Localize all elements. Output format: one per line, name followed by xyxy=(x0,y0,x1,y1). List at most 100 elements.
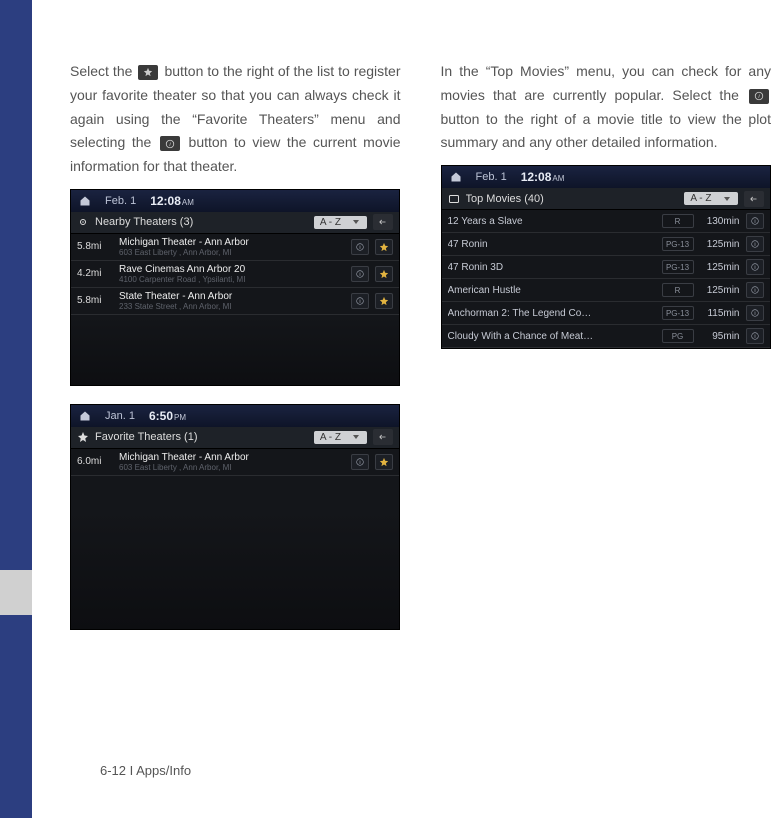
left-column: Select the button to the right of the li… xyxy=(70,60,401,630)
favorite-button[interactable] xyxy=(375,293,393,309)
movie-row[interactable]: 12 Years a Slave R 130min xyxy=(442,210,770,233)
info-icon: i xyxy=(749,89,769,104)
star-icon xyxy=(77,431,89,443)
movie-rating: R xyxy=(662,214,694,228)
theater-address: 603 East Liberty , Ann Arbor, MI xyxy=(119,248,345,257)
home-icon xyxy=(79,410,91,422)
sort-dropdown[interactable]: A - Z xyxy=(684,192,737,205)
movie-title: American Hustle xyxy=(448,285,656,296)
theater-row[interactable]: 6.0mi Michigan Theater - Ann Arbor603 Eas… xyxy=(71,449,399,476)
sort-dropdown[interactable]: A - Z xyxy=(314,431,367,444)
movie-row[interactable]: Cloudy With a Chance of Meat…PG95min xyxy=(442,325,770,348)
status-date: Feb. 1 xyxy=(476,171,507,183)
theater-info: State Theater - Ann Arbor233 State Stree… xyxy=(119,291,345,311)
info-button[interactable] xyxy=(746,328,764,344)
status-bar: Jan. 1 6:50PM xyxy=(71,405,399,427)
movie-rating: PG xyxy=(662,329,694,343)
movie-title: 47 Ronin xyxy=(448,239,656,250)
theater-info: Rave Cinemas Ann Arbor 204100 Carpenter … xyxy=(119,264,345,284)
movie-duration: 115min xyxy=(700,308,740,319)
info-button[interactable] xyxy=(351,454,369,470)
info-button[interactable] xyxy=(746,259,764,275)
movie-rating: PG-13 xyxy=(662,260,694,274)
favorite-button[interactable] xyxy=(375,266,393,282)
empty-area xyxy=(71,315,399,385)
section-title: Nearby Theaters (3) xyxy=(95,216,308,228)
movie-row[interactable]: American Hustle R 125min xyxy=(442,279,770,302)
screenshot-nearby-theaters: Feb. 1 12:08AM Nearby Theaters (3) A - Z… xyxy=(70,189,400,386)
paragraph-favorite-theaters: Select the button to the right of the li… xyxy=(70,60,401,179)
theater-name: Michigan Theater - Ann Arbor xyxy=(119,237,345,248)
star-icon xyxy=(138,65,158,80)
section-title: Top Movies (40) xyxy=(466,193,679,205)
status-date: Feb. 1 xyxy=(105,195,136,207)
binding-strip xyxy=(0,0,32,818)
location-icon xyxy=(77,216,89,228)
movie-duration: 95min xyxy=(700,331,740,342)
screenshot-favorite-theaters: Jan. 1 6:50PM Favorite Theaters (1) A - … xyxy=(70,404,400,630)
movie-title: 12 Years a Slave xyxy=(448,216,656,227)
text-segment: In the “Top Movies” menu, you can check … xyxy=(441,63,772,103)
favorite-button[interactable] xyxy=(375,239,393,255)
movie-title: Anchorman 2: The Legend Co… xyxy=(448,308,656,319)
info-button[interactable] xyxy=(746,236,764,252)
info-button[interactable] xyxy=(351,266,369,282)
right-column: In the “Top Movies” menu, you can check … xyxy=(441,60,772,630)
theater-name: Rave Cinemas Ann Arbor 20 xyxy=(119,264,345,275)
info-button[interactable] xyxy=(351,239,369,255)
home-icon xyxy=(79,195,91,207)
screenshot-top-movies: Feb. 1 12:08AM Top Movies (40) A - Z 12 … xyxy=(441,165,771,349)
movie-rating: PG-13 xyxy=(662,306,694,320)
theater-name: State Theater - Ann Arbor xyxy=(119,291,345,302)
movie-row[interactable]: 47 Ronin PG-13 125min xyxy=(442,233,770,256)
theater-row[interactable]: 4.2mi Rave Cinemas Ann Arbor 204100 Carpe… xyxy=(71,261,399,288)
status-bar: Feb. 1 12:08AM xyxy=(71,190,399,212)
distance: 5.8mi xyxy=(77,241,113,252)
status-date: Jan. 1 xyxy=(105,410,135,422)
movie-duration: 125min xyxy=(700,239,740,250)
back-button[interactable] xyxy=(744,191,764,207)
theater-info: Michigan Theater - Ann Arbor603 East Lib… xyxy=(119,452,345,472)
movies-icon xyxy=(448,193,460,205)
empty-area xyxy=(71,509,399,629)
text-segment: Select the xyxy=(70,63,136,79)
home-icon xyxy=(450,171,462,183)
theater-info: Michigan Theater - Ann Arbor603 East Lib… xyxy=(119,237,345,257)
distance: 6.0mi xyxy=(77,456,113,467)
movie-rating: R xyxy=(662,283,694,297)
text-segment: button to the right of a movie title to … xyxy=(441,111,772,151)
page-footer: 6-12 I Apps/Info xyxy=(100,763,191,778)
movie-rating: PG-13 xyxy=(662,237,694,251)
theater-name: Michigan Theater - Ann Arbor xyxy=(119,452,345,463)
section-header: Favorite Theaters (1) A - Z xyxy=(71,427,399,449)
status-time: 12:08AM xyxy=(521,170,565,184)
section-header: Nearby Theaters (3) A - Z xyxy=(71,212,399,234)
section-title: Favorite Theaters (1) xyxy=(95,431,308,443)
theater-address: 4100 Carpenter Road , Ypsilanti, MI xyxy=(119,275,345,284)
info-button[interactable] xyxy=(746,282,764,298)
status-bar: Feb. 1 12:08AM xyxy=(442,166,770,188)
movie-duration: 125min xyxy=(700,285,740,296)
theater-address: 603 East Liberty , Ann Arbor, MI xyxy=(119,463,345,472)
theater-address: 233 State Street , Ann Arbor, MI xyxy=(119,302,345,311)
section-header: Top Movies (40) A - Z xyxy=(442,188,770,210)
info-button[interactable] xyxy=(746,305,764,321)
movie-title: 47 Ronin 3D xyxy=(448,262,656,273)
info-button[interactable] xyxy=(351,293,369,309)
theater-row[interactable]: 5.8mi Michigan Theater - Ann Arbor603 Eas… xyxy=(71,234,399,261)
back-button[interactable] xyxy=(373,429,393,445)
distance: 5.8mi xyxy=(77,295,113,306)
distance: 4.2mi xyxy=(77,268,113,279)
movie-duration: 130min xyxy=(700,216,740,227)
info-icon: i xyxy=(160,136,180,151)
movie-row[interactable]: Anchorman 2: The Legend Co… PG-13 115min xyxy=(442,302,770,325)
movie-row[interactable]: 47 Ronin 3D PG-13 125min xyxy=(442,256,770,279)
back-button[interactable] xyxy=(373,214,393,230)
status-time: 12:08AM xyxy=(150,194,194,208)
status-time: 6:50PM xyxy=(149,409,186,423)
favorite-button[interactable] xyxy=(375,454,393,470)
info-button[interactable] xyxy=(746,213,764,229)
movie-duration: 125min xyxy=(700,262,740,273)
sort-dropdown[interactable]: A - Z xyxy=(314,216,367,229)
theater-row[interactable]: 5.8mi State Theater - Ann Arbor233 State … xyxy=(71,288,399,315)
